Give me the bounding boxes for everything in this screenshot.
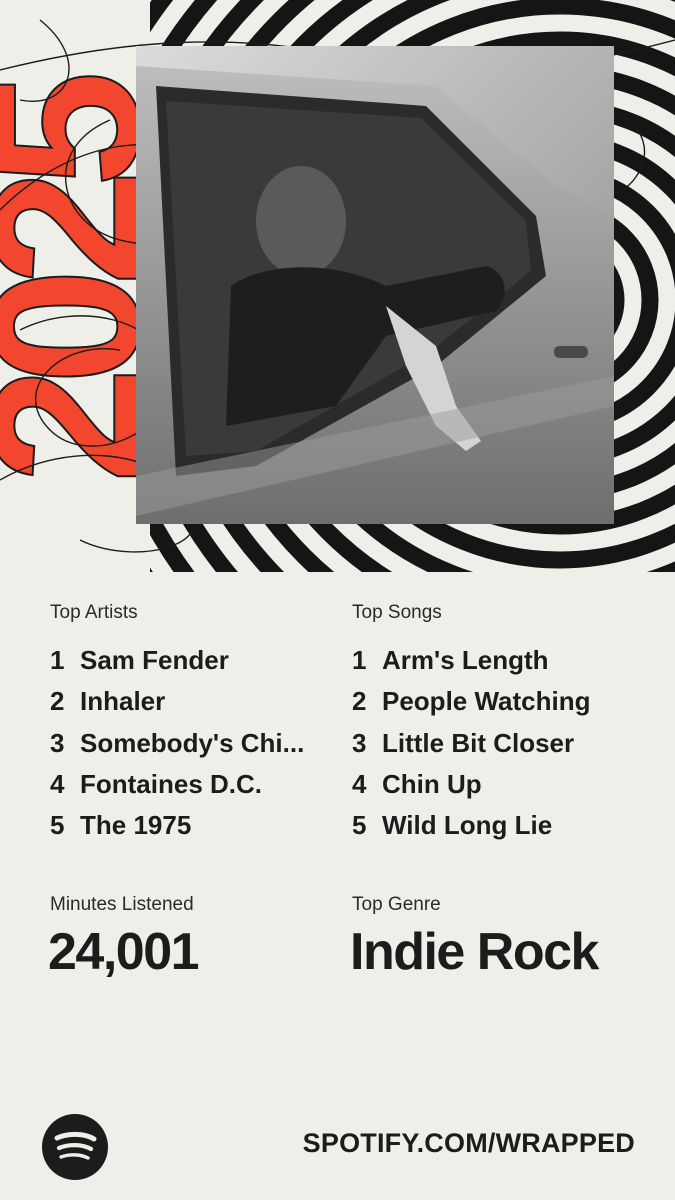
list-item: 2 People Watching xyxy=(352,681,642,722)
rank-number: 2 xyxy=(352,686,367,717)
artist-name: Sam Fender xyxy=(80,645,229,675)
list-item: 2 Inhaler xyxy=(50,681,340,722)
rank-number: 2 xyxy=(50,686,65,717)
song-name: Wild Long Lie xyxy=(382,810,553,841)
top-songs-heading: Top Songs xyxy=(352,602,442,623)
top-genre-heading: Top Genre xyxy=(352,894,441,915)
artist-name: Somebody's Chi... xyxy=(80,727,305,758)
minutes-listened-heading: Minutes Listened xyxy=(50,894,194,915)
header-artwork: 2025 xyxy=(0,0,675,572)
list-item: 3 Little Bit Closer xyxy=(352,723,642,764)
rank-number: 1 xyxy=(50,645,65,675)
song-name: Chin Up xyxy=(382,768,482,799)
rank-number: 5 xyxy=(352,810,367,841)
song-name: Arm's Length xyxy=(382,645,549,675)
rank-number: 4 xyxy=(50,768,65,799)
song-name: Little Bit Closer xyxy=(382,727,575,758)
spotify-logo-icon xyxy=(42,1114,108,1180)
artist-name: The 1975 xyxy=(80,810,192,841)
stats-panel: Top Artists 1 Sam Fender 2 Inhaler 3 Somebo… xyxy=(0,572,675,1200)
list-item: 5 Wild Long Lie xyxy=(352,805,642,846)
list-item: 1 Arm's Length xyxy=(352,640,642,681)
rank-number: 4 xyxy=(352,768,367,799)
artist-name: Inhaler xyxy=(80,686,166,717)
top-artists-section: Top Artists 1 Sam Fender 2 Inhaler 3 Somebo… xyxy=(50,602,340,846)
list-item: 4 Chin Up xyxy=(352,764,642,805)
minutes-listened-value: 24,001 xyxy=(48,923,200,981)
rank-number: 1 xyxy=(352,645,367,675)
list-item: 3 Somebody's Chi... xyxy=(50,723,340,764)
top-songs-section: Top Songs 1 Arm's Length 2 People Watching… xyxy=(352,602,642,846)
top-genre-value: Indie Rock xyxy=(350,923,599,981)
list-item: 1 Sam Fender xyxy=(50,640,340,681)
top-artists-heading: Top Artists xyxy=(50,602,138,623)
list-item: 4 Fontaines D.C. xyxy=(50,764,340,805)
rank-number: 3 xyxy=(352,727,367,758)
song-name: People Watching xyxy=(382,686,591,717)
spotify-wrapped-link[interactable]: SPOTIFY.COM/WRAPPED xyxy=(303,1128,635,1159)
rank-number: 5 xyxy=(50,810,65,841)
artist-name: Fontaines D.C. xyxy=(80,768,263,799)
rank-number: 3 xyxy=(50,727,65,758)
list-item: 5 The 1975 xyxy=(50,805,340,846)
artist-photo xyxy=(136,46,614,524)
